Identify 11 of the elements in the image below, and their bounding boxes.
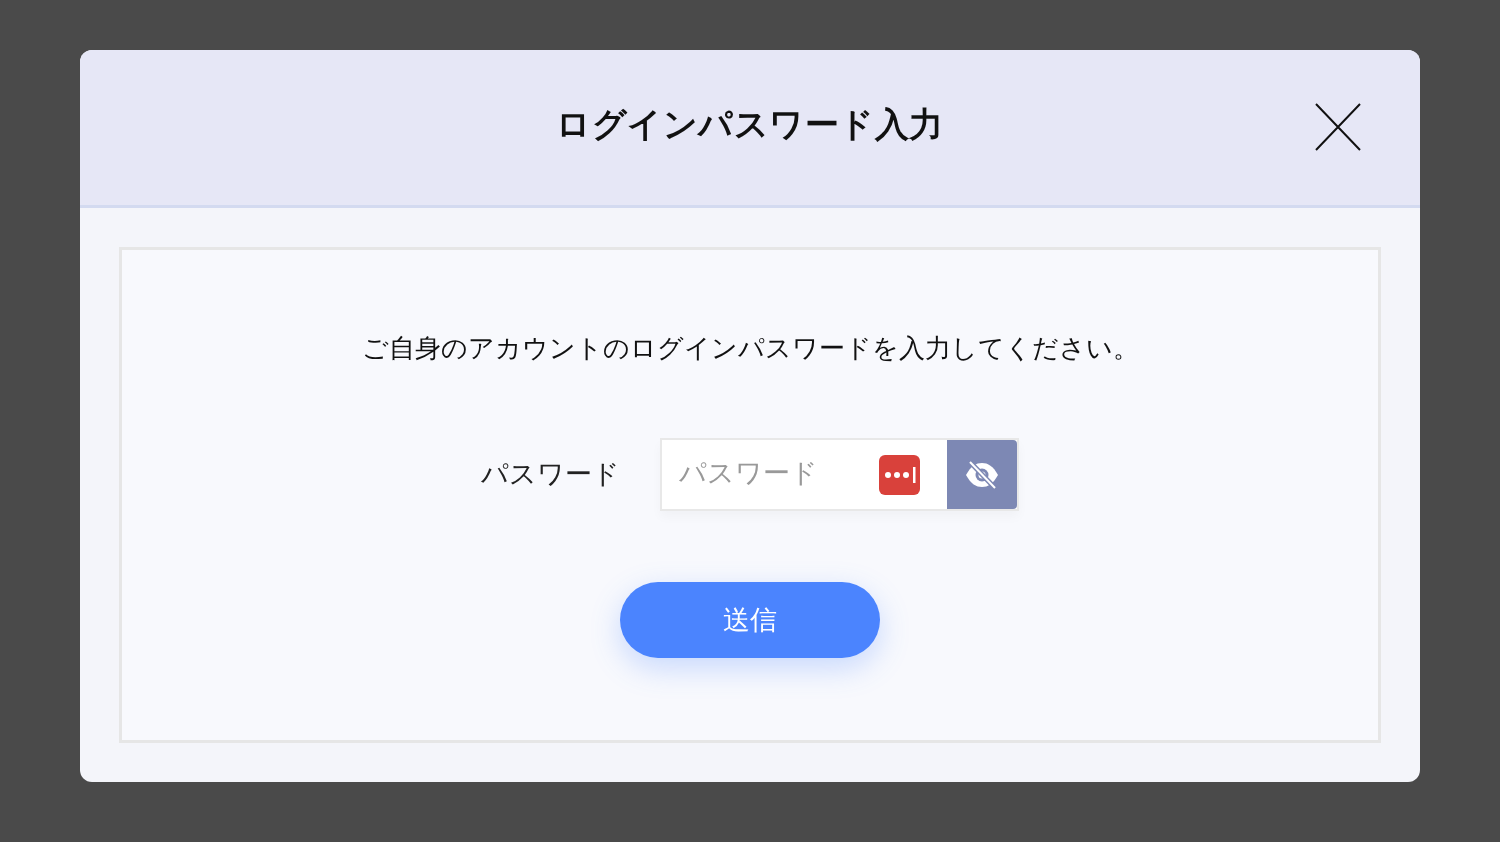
close-button[interactable] (1314, 102, 1362, 152)
eye-slash-icon (964, 459, 1000, 490)
instruction-text: ご自身のアカウントのログインパスワードを入力してください。 (361, 332, 1139, 365)
password-field[interactable]: パスワード (662, 440, 879, 509)
password-dots-icon[interactable] (879, 454, 920, 495)
close-icon (1315, 103, 1361, 151)
dialog-title: ログインパスワード入力 (556, 102, 944, 146)
submit-button[interactable]: 送信 (620, 582, 880, 658)
password-label: パスワード (481, 456, 620, 491)
toggle-visibility-button[interactable] (947, 440, 1017, 509)
password-input-box[interactable]: パスワード (660, 438, 1019, 511)
